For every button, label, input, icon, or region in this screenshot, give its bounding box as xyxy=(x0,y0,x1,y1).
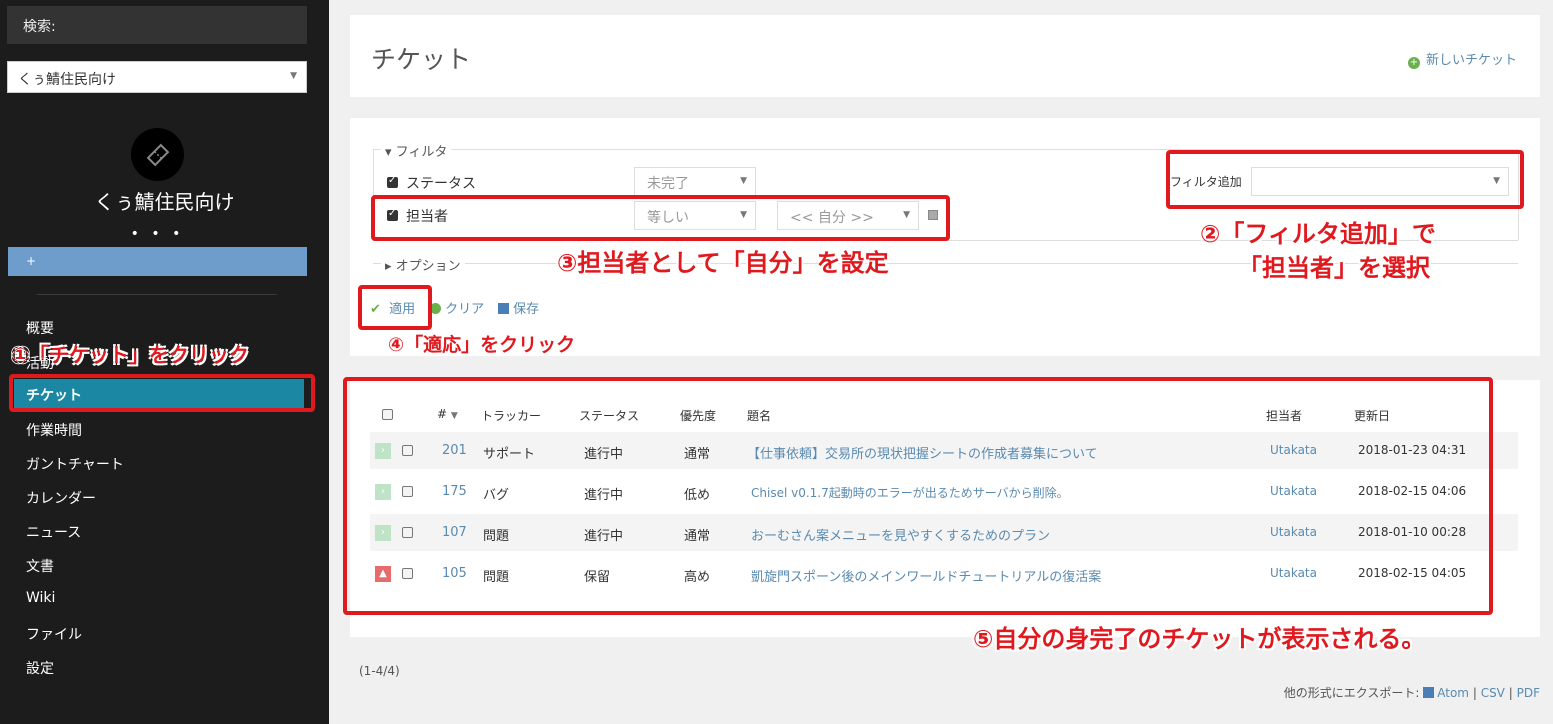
new-ticket-link[interactable]: + 新しいチケット xyxy=(1408,49,1517,69)
options-legend-label: オプション xyxy=(395,259,461,274)
clear-label: クリア xyxy=(445,302,485,317)
status-filter-label: ステータス xyxy=(406,176,476,192)
ticket-logo-icon xyxy=(131,128,184,181)
collapse-icon: ▾ xyxy=(385,145,396,160)
sidebar-item-wiki[interactable]: Wiki xyxy=(26,590,55,606)
rss-icon xyxy=(1423,687,1435,698)
sidebar-item-time-entries[interactable]: 作業時間 xyxy=(26,420,82,440)
status-filter-checkbox[interactable] xyxy=(387,175,398,188)
export-pdf-link[interactable]: PDF xyxy=(1517,686,1540,700)
status-operator-select[interactable]: 未完了 ▼ xyxy=(634,167,756,196)
export-label: 他の形式にエクスポート: xyxy=(1283,686,1420,700)
export-csv-link[interactable]: CSV xyxy=(1481,686,1505,700)
sidebar-item-gantt[interactable]: ガントチャート xyxy=(26,454,124,474)
save-label: 保存 xyxy=(513,302,540,317)
project-name: くぅ鯖住民向け xyxy=(94,190,235,214)
annotation-box-assignee xyxy=(371,195,950,241)
add-icon: + xyxy=(1408,57,1420,69)
sidebar-item-calendar[interactable]: カレンダー xyxy=(26,488,96,508)
header-panel xyxy=(350,15,1540,97)
new-ticket-label: 新しいチケット xyxy=(1426,53,1518,68)
page-title: チケット xyxy=(371,45,472,74)
annotation-step1: ①「チケット」をクリック xyxy=(12,343,249,367)
annotation-step2-line2: 「担当者」を選択 xyxy=(1238,254,1430,282)
separator: | xyxy=(1472,686,1477,700)
search-label[interactable]: 検索: xyxy=(7,6,307,44)
filter-legend-label: フィルタ xyxy=(395,145,448,160)
project-select-value: くぅ鯖住民向け xyxy=(18,72,116,88)
annotation-box-add-filter xyxy=(1166,150,1524,209)
sidebar-item-news[interactable]: ニュース xyxy=(26,522,81,542)
add-button[interactable]: + xyxy=(8,247,307,276)
sidebar-item-settings[interactable]: 設定 xyxy=(26,658,54,678)
separator: | xyxy=(1508,686,1513,700)
export-links: 他の形式にエクスポート: Atom | CSV | PDF xyxy=(1284,684,1540,701)
pagination-count: (1-4/4) xyxy=(359,664,400,678)
export-atom-link[interactable]: Atom xyxy=(1437,686,1469,700)
annotation-box-issues xyxy=(9,374,315,412)
annotation-step4: ④「適応」をクリック xyxy=(388,334,576,356)
more-icon[interactable]: • • • xyxy=(0,226,315,242)
sidebar-item-files[interactable]: ファイル xyxy=(26,624,82,644)
status-operator-value: 未完了 xyxy=(647,176,689,192)
annotation-step5: ⑤自分の身完了のチケットが表示される。 xyxy=(973,625,1426,653)
save-icon xyxy=(498,303,509,314)
options-legend[interactable]: ▸ オプション xyxy=(381,255,465,274)
chevron-down-icon: ▼ xyxy=(740,176,747,186)
divider xyxy=(37,294,277,295)
clear-button[interactable]: クリア xyxy=(430,298,484,317)
annotation-box-apply xyxy=(358,285,432,330)
expand-icon: ▸ xyxy=(385,259,396,274)
annotation-step3: ③担当者として「自分」を設定 xyxy=(557,249,889,277)
filter-legend[interactable]: ▾ フィルタ xyxy=(381,141,452,160)
save-button[interactable]: 保存 xyxy=(498,298,539,317)
sidebar-item-overview[interactable]: 概要 xyxy=(26,318,54,338)
annotation-step2-line1: ②「フィルタ追加」で xyxy=(1200,220,1436,248)
project-select[interactable]: くぅ鯖住民向け ▼ xyxy=(7,61,307,93)
sidebar-item-documents[interactable]: 文書 xyxy=(26,556,54,576)
chevron-down-icon: ▼ xyxy=(290,71,297,81)
annotation-box-results xyxy=(343,377,1493,615)
